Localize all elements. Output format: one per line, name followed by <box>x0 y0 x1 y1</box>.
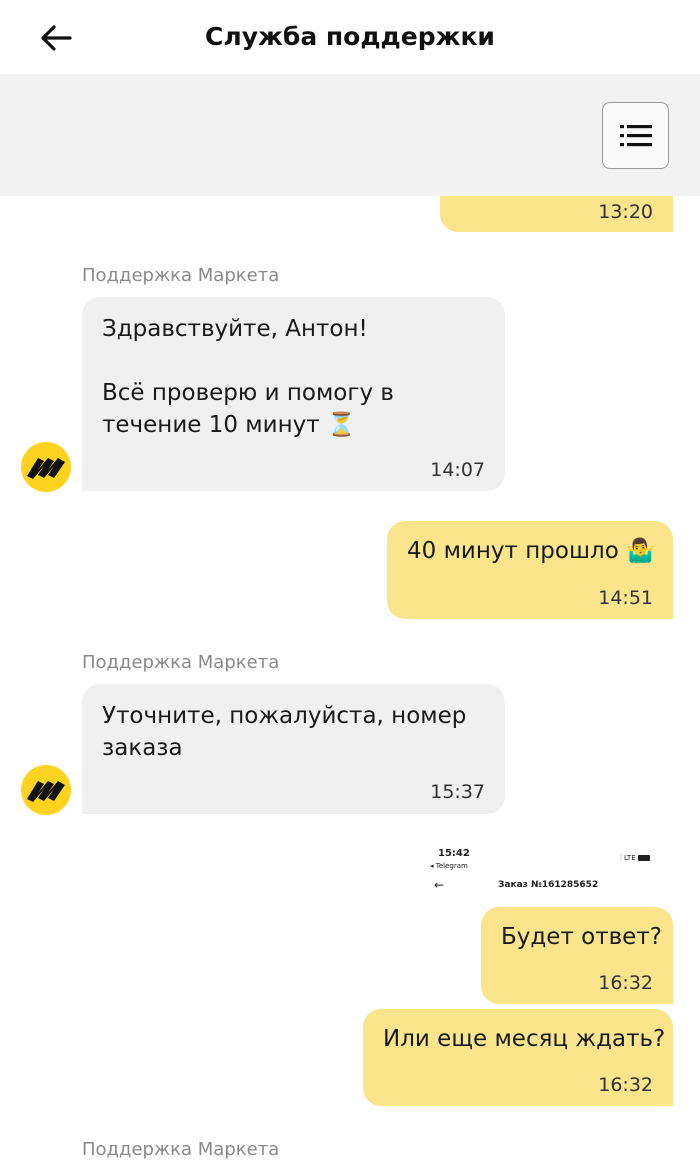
message-outgoing: 40 минут прошло 🤷‍♂️ 14:51 <box>387 521 673 619</box>
yandex-market-logo-icon <box>27 781 65 802</box>
message-time: 14:51 <box>598 587 653 609</box>
message-text: Уточните, пожалуйста, номер заказа <box>102 703 467 761</box>
message-time: 15:37 <box>430 781 485 803</box>
app-header: Служба поддержки <box>0 0 700 74</box>
message-time: 16:32 <box>598 972 653 994</box>
message-text: Или еще месяц ждать? <box>383 1026 666 1052</box>
message-time: 14:07 <box>430 459 485 481</box>
message-incoming: Здравствуйте, Антон! Всё проверю и помог… <box>82 297 505 491</box>
message-time: 16:32 <box>598 1074 653 1096</box>
preview-status: ⫶ LTE <box>620 854 650 863</box>
sender-name: Поддержка Маркета <box>82 652 280 673</box>
support-avatar <box>21 765 71 815</box>
support-avatar <box>21 442 71 492</box>
preview-app: ◂ Telegram <box>430 862 468 870</box>
message-outgoing: Или еще месяц ждать? 16:32 <box>363 1009 673 1106</box>
message-text: Будет ответ? <box>501 924 662 950</box>
preview-order-title: Заказ №161285652 <box>498 880 599 890</box>
message-text: 40 минут прошло 🤷‍♂️ <box>407 538 655 564</box>
chat-toolbar <box>0 74 700 196</box>
battery-icon <box>637 855 650 861</box>
message-text: Здравствуйте, Антон! Всё проверю и помог… <box>102 316 394 438</box>
list-menu-icon <box>619 124 652 146</box>
message-time: 13:20 <box>598 201 653 223</box>
image-attachment[interactable]: 15:42 ◂ Telegram ⫶ LTE ← Заказ №16128565… <box>420 840 680 904</box>
page-title: Служба поддержки <box>205 22 495 51</box>
preview-time: 15:42 <box>438 848 470 859</box>
preview-back-icon: ← <box>434 878 445 892</box>
sender-name: Поддержка Маркета <box>82 1139 280 1160</box>
sender-name: Поддержка Маркета <box>82 265 280 286</box>
preview-network: LTE <box>623 854 636 862</box>
yandex-market-logo-icon <box>27 458 65 479</box>
menu-button[interactable] <box>602 102 669 169</box>
message-incoming: Уточните, пожалуйста, номер заказа 15:37 <box>82 684 505 814</box>
signal-icon: ⫶ <box>620 854 622 862</box>
message-outgoing: Будет ответ? 16:32 <box>481 907 673 1004</box>
